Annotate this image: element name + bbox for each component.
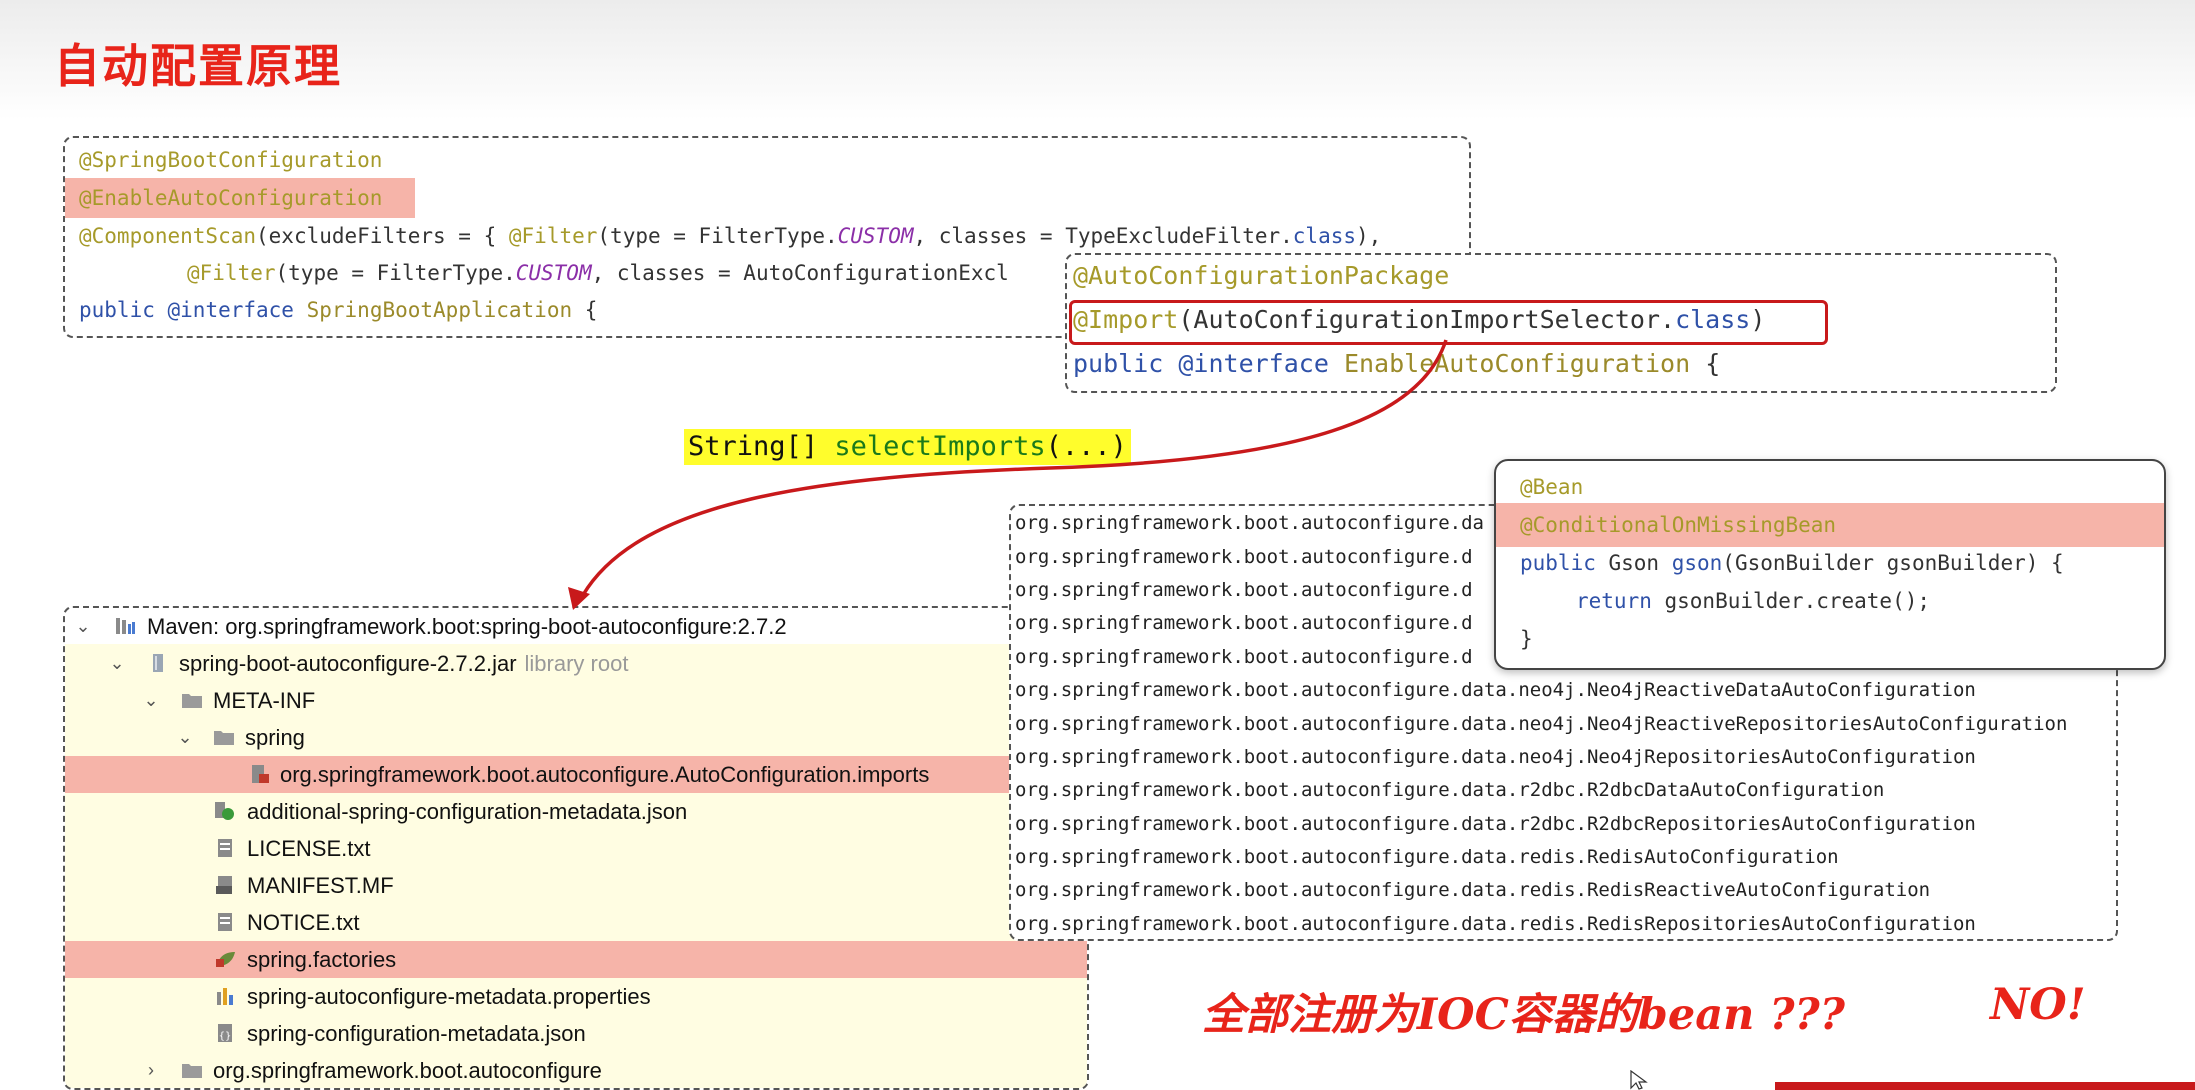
- mouse-cursor-icon: [1630, 1070, 1648, 1090]
- arrow-curve: [581, 339, 1448, 596]
- register-question-text: 全部注册为IOC容器的bean ???: [1202, 990, 1845, 1040]
- corner-accent-bar: [1775, 1082, 2195, 1090]
- no-answer-text: NO!: [1990, 980, 2086, 1030]
- red-arrow: [568, 339, 1448, 610]
